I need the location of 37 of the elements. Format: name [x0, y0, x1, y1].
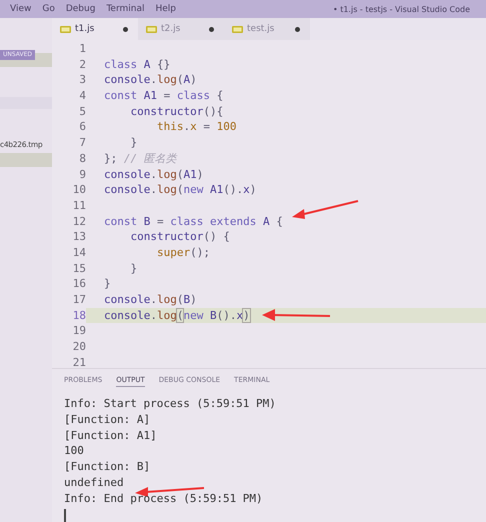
output-line: 100 [64, 444, 84, 458]
code-line: class A {} [104, 56, 170, 72]
code-line: constructor() { [129, 229, 230, 245]
window-title: • t1.js - testjs - Visual Studio Code [332, 4, 470, 14]
code-line: console.log(new A1().x) [104, 182, 256, 198]
selected-row[interactable] [0, 153, 52, 167]
code-line: console.log(A1) [104, 166, 204, 182]
output-line: [Function: A1] [64, 428, 157, 442]
editor-tab[interactable]: test.js [224, 18, 310, 40]
code-line: console.log(new B().x) [104, 308, 250, 324]
menu-item[interactable]: Terminal [106, 4, 144, 14]
menu-item[interactable]: Help [156, 4, 176, 14]
code-line: this.x = 100 [156, 119, 236, 136]
code-line: } [129, 135, 138, 151]
output-line: Info: End process (5:59:51 PM) [64, 492, 263, 505]
menu-item[interactable]: Go [42, 4, 55, 14]
output-line: [Function: B] [64, 460, 150, 474]
code-line: const A1 = class { [104, 88, 224, 104]
code-line: console.log(A) [104, 72, 197, 88]
line-number: 18 [52, 308, 86, 324]
js-file-icon [232, 26, 243, 32]
menu-item[interactable]: Debug [66, 4, 96, 14]
code-line: }; // 匿名类 [104, 150, 177, 166]
code-line: super(); [156, 244, 210, 261]
text-cursor [64, 508, 66, 522]
editor-tab[interactable]: t2.js [138, 18, 224, 40]
output-line: Info: Start process (5:59:51 PM) [64, 397, 276, 410]
js-file-icon [60, 26, 71, 32]
code-line: } [104, 276, 111, 292]
code-line: } [129, 260, 138, 276]
output-line: [Function: A] [64, 412, 150, 426]
menu-item[interactable]: View [10, 4, 32, 14]
js-file-icon [146, 26, 157, 32]
code-line: constructor(){ [129, 104, 224, 120]
output-line: undefined [64, 476, 124, 489]
code-line: const B = class extends A { [104, 214, 283, 230]
code-line: console.log(B) [104, 292, 197, 308]
